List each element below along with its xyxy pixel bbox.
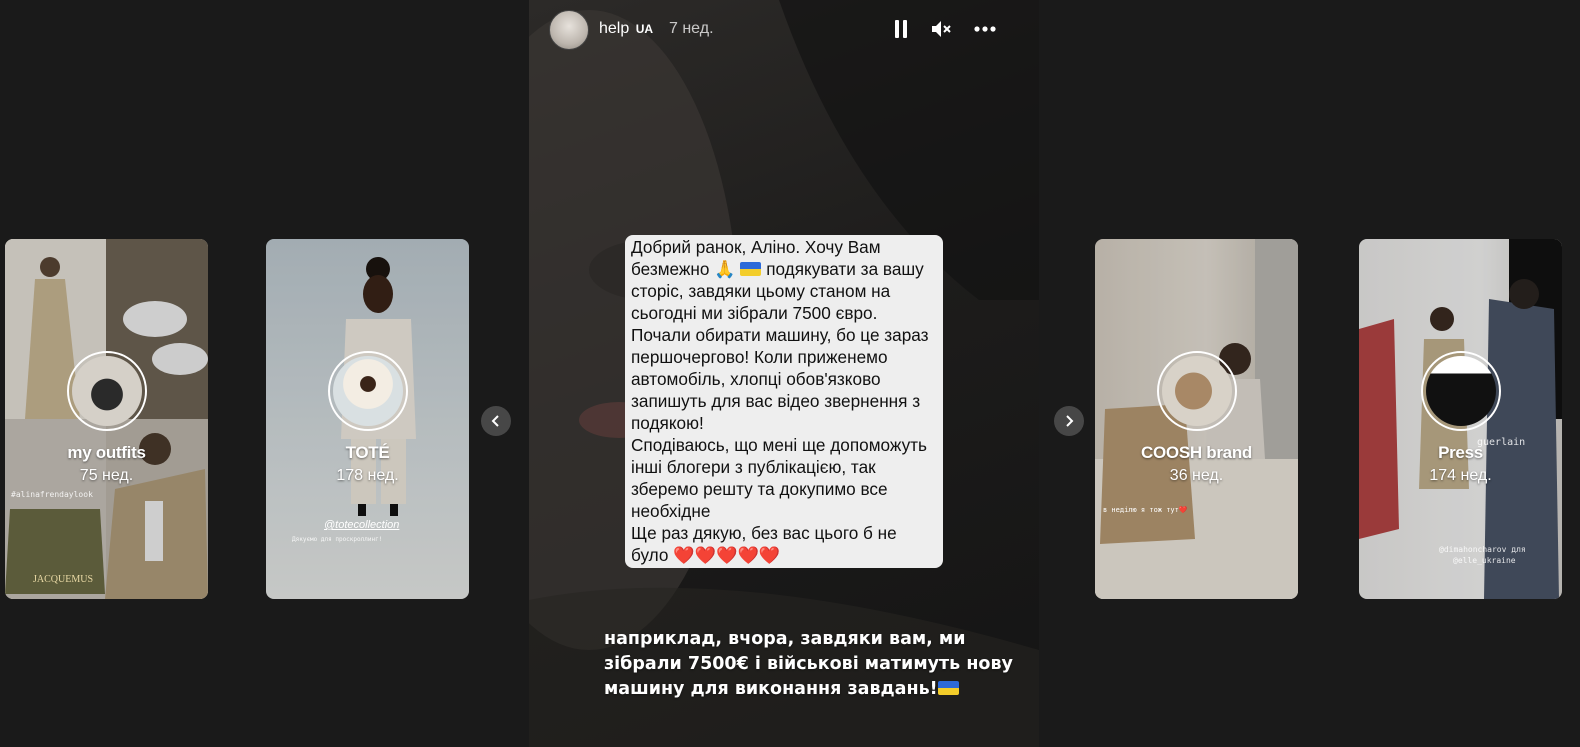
previous-story-button[interactable]: [481, 406, 511, 436]
story-note: в неділю я тож тут❤️: [1103, 506, 1188, 514]
active-story[interactable]: help UA 7 нед. Добрий ранок, Аліно. Хочу…: [529, 0, 1039, 747]
more-options-button[interactable]: [972, 16, 998, 42]
story-thumbnail: [1420, 351, 1501, 431]
story-header: help UA 7 нед.: [529, 0, 1039, 60]
chevron-right-icon: [1066, 415, 1074, 427]
story-name: COOSH brand: [1141, 443, 1252, 462]
ukraine-flag-icon: [937, 681, 959, 695]
pause-button[interactable]: [888, 16, 914, 42]
brand-label: JACQUEMUS: [33, 574, 94, 585]
username-badge: UA: [635, 22, 654, 36]
chevron-left-icon: [491, 415, 499, 427]
story-tray-tote[interactable]: TOTÉ 178 нед. @totecollection Дякуємо дл…: [266, 239, 469, 599]
story-tray-my-outfits[interactable]: my outfits 75 нед. #alinafrendaylook JAC…: [5, 239, 208, 599]
story-thumbnail: [1156, 351, 1237, 431]
story-age: 174 нед.: [1429, 467, 1492, 484]
brand-label: guerlain: [1477, 437, 1526, 448]
story-tray-coosh-brand[interactable]: COOSH brand 36 нед. в неділю я тож тут❤️: [1095, 239, 1298, 599]
mute-icon: [932, 21, 951, 37]
message-screenshot: Добрий ранок, Аліно. Хочу Вам безмежно 🙏…: [625, 235, 943, 568]
story-thumbnail: [66, 351, 147, 431]
ukraine-flag-icon: [740, 262, 762, 276]
story-age: 75 нед.: [79, 467, 134, 484]
avatar[interactable]: [549, 10, 589, 50]
stories-viewer: my outfits 75 нед. #alinafrendaylook JAC…: [0, 0, 1580, 747]
story-name: my outfits: [67, 443, 146, 462]
mute-button[interactable]: [928, 16, 954, 42]
story-thumbnail: [327, 351, 408, 431]
story-name: TOTÉ: [345, 443, 390, 462]
more-icon: [974, 26, 996, 32]
next-story-button[interactable]: [1054, 406, 1084, 436]
hearts-emoji: ❤️❤️❤️❤️❤️: [673, 545, 781, 565]
story-mention: @elle_ukraine: [1453, 556, 1516, 565]
story-time: 7 нед.: [669, 20, 714, 37]
story-mention: @dimahoncharov для: [1439, 545, 1526, 554]
story-note: Дякуємо для проскроллинг!: [292, 536, 383, 543]
story-age: 36 нед.: [1169, 467, 1224, 484]
story-tray-press[interactable]: Press 174 нед. guerlain @dimahoncharov д…: [1359, 239, 1562, 599]
story-name: Press: [1438, 443, 1483, 462]
story-mention: @totecollection: [324, 519, 400, 531]
pause-icon: [895, 20, 907, 38]
story-age: 178 нед.: [336, 467, 399, 484]
story-caption: наприклад, вчора, завдяки вам, ми зібрал…: [604, 629, 1013, 699]
story-hashtag: #alinafrendaylook: [11, 490, 93, 499]
story-username[interactable]: help UA: [599, 20, 653, 38]
